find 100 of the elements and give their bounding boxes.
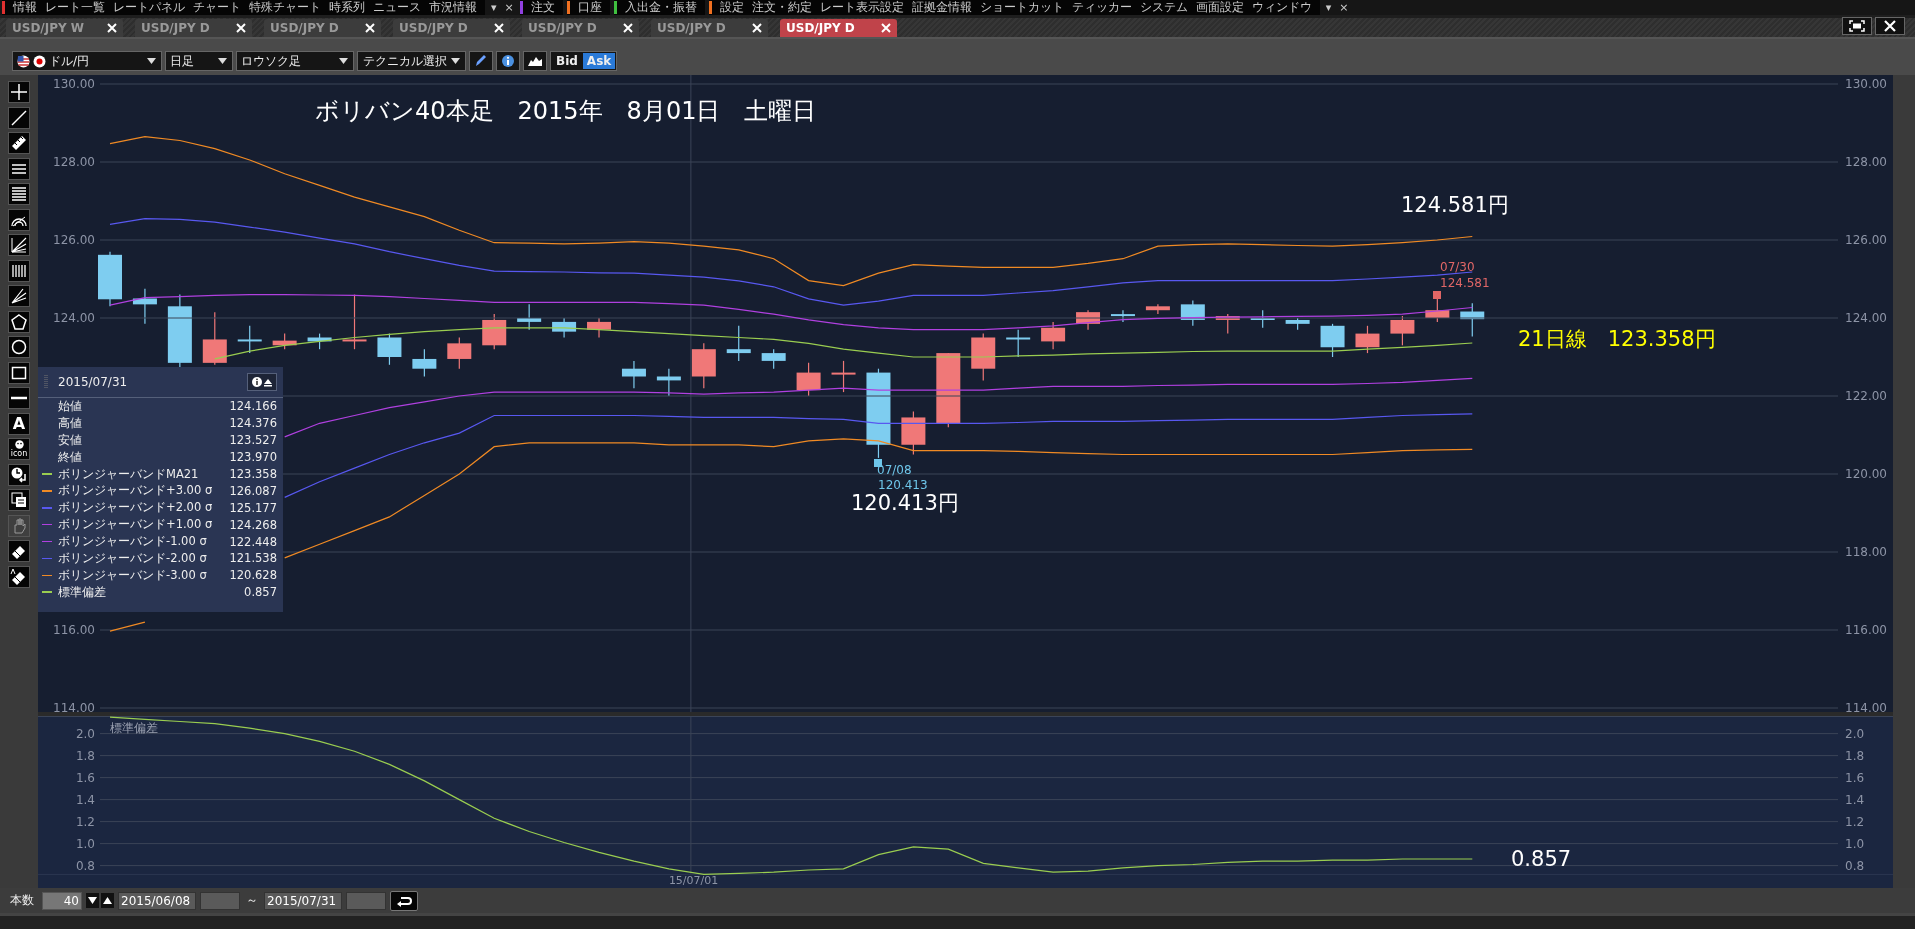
time-field[interactable]	[200, 891, 240, 910]
menu-item[interactable]: 注文・約定	[747, 0, 816, 15]
axis-label: 1.2	[75, 814, 95, 829]
time-field[interactable]	[346, 891, 386, 910]
tool-button[interactable]	[8, 259, 30, 282]
technical-menu-button[interactable]: テクニカル選択	[357, 51, 466, 71]
menu-item[interactable]: 設定	[715, 0, 748, 15]
menu-control[interactable]: ▾	[489, 1, 499, 14]
menu-item[interactable]: レート一覧	[41, 0, 109, 15]
tool-button[interactable]	[8, 132, 30, 154]
maximize-button[interactable]	[1842, 17, 1872, 35]
menu-item[interactable]: ティッカー	[1067, 0, 1136, 15]
candlestick	[621, 360, 646, 389]
tool-button[interactable]	[8, 463, 30, 486]
close-button[interactable]	[1875, 17, 1905, 35]
toolbar-button[interactable]	[523, 51, 547, 71]
menu-item[interactable]: システム	[1135, 0, 1192, 15]
candlestick	[901, 411, 926, 456]
increment-button[interactable]	[101, 893, 114, 908]
tool-button[interactable]: A	[8, 412, 30, 435]
tool-button[interactable]	[8, 157, 30, 180]
axis-label: 2.0	[75, 726, 95, 741]
count-field[interactable]: 40	[42, 891, 82, 910]
menu-control[interactable]: ×	[1337, 1, 1351, 14]
tool-button[interactable]	[8, 106, 30, 129]
date-field[interactable]: 2015/06/08	[118, 891, 196, 910]
toolbar-button[interactable]	[496, 51, 520, 71]
candlestick	[377, 333, 402, 366]
tool-button[interactable]	[8, 208, 30, 231]
close-icon	[236, 23, 246, 33]
tool-button[interactable]	[8, 336, 30, 358]
axis-label: 128.00	[53, 155, 95, 169]
candlestick	[761, 348, 786, 370]
axis-label: 122.00	[1845, 389, 1887, 403]
point-label: 07/30	[1440, 261, 1475, 273]
menu-item[interactable]: 証拠金情報	[907, 0, 976, 15]
tool-button[interactable]: icon	[8, 438, 30, 460]
menu-item[interactable]: ニュース	[369, 0, 425, 15]
tab[interactable]: USD/JPY D	[135, 19, 252, 37]
tab[interactable]: USD/JPY D	[264, 19, 381, 37]
up-icon	[103, 897, 112, 904]
tool-button[interactable]	[8, 489, 30, 511]
eraser-icon	[10, 567, 28, 586]
menu-item[interactable]: チャート	[189, 0, 245, 15]
collapse-button[interactable]	[247, 373, 277, 391]
tab[interactable]: USD/JPY W	[6, 19, 123, 37]
candlestick	[1215, 313, 1240, 335]
symbol-dropdown[interactable]: ドル/円	[12, 51, 162, 71]
menu-item[interactable]: 画面設定	[1191, 0, 1248, 15]
tool-button[interactable]	[8, 234, 30, 256]
axis-label: 1.6	[1845, 770, 1865, 785]
axis-label: 124.00	[53, 311, 95, 325]
chart-type-dropdown[interactable]: ロウソク足	[236, 51, 354, 71]
axis-label: 0.8	[1845, 858, 1865, 873]
price-toggle-button[interactable]: Ask	[582, 53, 616, 69]
menu-control[interactable]: ×	[502, 1, 516, 14]
fan-icon	[10, 236, 28, 254]
date-field[interactable]: 2015/07/31	[264, 891, 342, 910]
candlestick	[1320, 323, 1345, 358]
tab[interactable]: USD/JPY D	[522, 19, 639, 37]
return-button[interactable]	[390, 890, 418, 911]
close-icon	[623, 23, 633, 33]
maximize-icon	[1849, 20, 1865, 32]
menu-item[interactable]: レートパネル	[109, 0, 189, 15]
caret-icon	[339, 58, 348, 64]
tool-button[interactable]	[8, 81, 30, 103]
tab[interactable]: USD/JPY D	[393, 19, 510, 37]
count-label: 本数	[10, 892, 34, 909]
tool-button[interactable]	[8, 183, 30, 205]
toolbar-button[interactable]	[469, 51, 493, 71]
tool-button[interactable]	[8, 285, 30, 307]
menu-item[interactable]: 特殊チャート	[245, 0, 325, 15]
tool-button[interactable]	[8, 310, 30, 333]
tool-button[interactable]	[8, 540, 30, 562]
candlestick	[98, 251, 122, 307]
period-dropdown[interactable]: 日足	[165, 51, 233, 71]
candlestick	[1285, 317, 1310, 331]
tab[interactable]: USD/JPY D	[651, 19, 768, 37]
legend-value: 123.970	[229, 450, 277, 465]
lines-icon	[10, 185, 28, 203]
tool-button[interactable]	[8, 387, 30, 409]
menu-control[interactable]: ▾	[1323, 1, 1334, 14]
axis-label: 126.00	[53, 233, 95, 247]
tab[interactable]: USD/JPY D	[780, 19, 897, 37]
menu-item[interactable]: 市況情報	[425, 0, 481, 15]
menu-item[interactable]: 情報	[9, 0, 41, 15]
menu-item[interactable]: レート表示設定	[815, 0, 908, 15]
fan-icon	[10, 287, 28, 305]
tool-button[interactable]	[8, 565, 30, 588]
legend-value: 121.538	[229, 551, 277, 566]
price-toggle-button[interactable]: Bid	[552, 53, 582, 69]
menu-item[interactable]: 時系列	[325, 0, 369, 15]
menu-item[interactable]: ウィンドウ	[1247, 0, 1316, 15]
candlestick	[1110, 309, 1135, 323]
caret-icon	[147, 58, 156, 64]
tool-button[interactable]	[8, 361, 30, 384]
axis-label: 120.00	[1845, 467, 1887, 481]
decrement-button[interactable]	[86, 893, 99, 908]
menu-item[interactable]: ショートカット	[975, 0, 1068, 15]
value-label: 120.413円	[851, 493, 959, 514]
